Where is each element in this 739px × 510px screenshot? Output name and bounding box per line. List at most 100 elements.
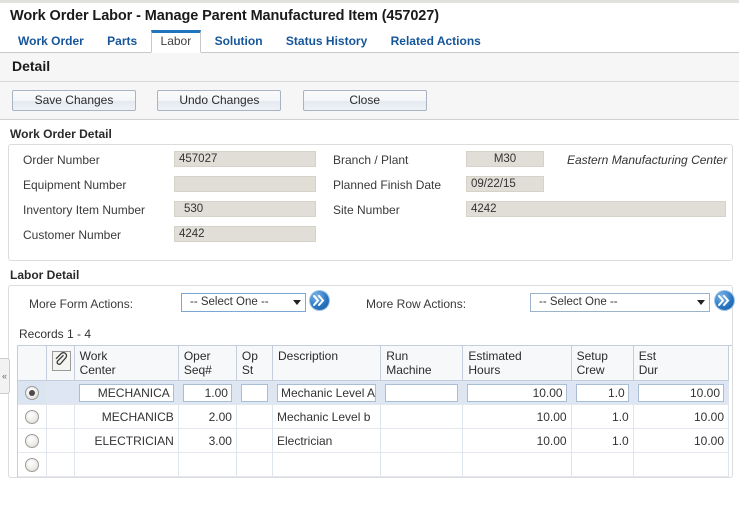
labor-detail-title: Labor Detail: [10, 268, 80, 282]
branch-plant-value[interactable]: M30: [466, 151, 544, 167]
tab-solution[interactable]: Solution: [205, 30, 273, 52]
row-radio[interactable]: [24, 433, 39, 448]
description-input[interactable]: Mechanic Level A: [276, 383, 377, 402]
header-description[interactable]: Description: [272, 346, 382, 381]
table-header-row: Work Center Oper Seq# Op St Description …: [18, 346, 730, 381]
op-st-input[interactable]: [240, 383, 268, 402]
more-form-actions-select[interactable]: -- Select One --: [181, 293, 306, 312]
cell-setup-crew[interactable]: 1.0: [571, 380, 634, 405]
row-select-cell[interactable]: [18, 380, 47, 405]
labor-detail-panel: More Form Actions: -- Select One -- More…: [8, 285, 734, 478]
row-radio[interactable]: [24, 457, 39, 472]
oper-seq-input[interactable]: 1.00: [182, 383, 232, 402]
order-number-value[interactable]: 457027: [174, 151, 316, 167]
work-center-input[interactable]: MECHANICA: [78, 383, 174, 402]
save-changes-button[interactable]: Save Changes: [12, 90, 136, 111]
more-row-actions-value: -- Select One --: [539, 296, 618, 308]
inventory-item-number-value[interactable]: 530: [174, 201, 316, 217]
tab-labor[interactable]: Labor: [150, 30, 202, 53]
cell-description: Mechanic Level b: [272, 404, 382, 429]
cell-work-center: MECHANICB: [74, 404, 179, 429]
title-bar: Work Order Labor - Manage Parent Manufac…: [0, 3, 739, 30]
site-number-value[interactable]: 4242: [466, 201, 726, 217]
row-attachment-cell[interactable]: [46, 404, 75, 429]
table-row[interactable]: [18, 452, 730, 477]
double-chevron-right-icon-2: [718, 295, 730, 306]
page-title: Work Order Labor - Manage Parent Manufac…: [10, 8, 439, 24]
planned-finish-date-value[interactable]: 09/22/15: [466, 176, 544, 192]
close-button[interactable]: Close: [302, 90, 427, 111]
tab-related-actions[interactable]: Related Actions: [381, 30, 491, 52]
table-row[interactable]: ELECTRICIAN 3.00 Electrician 10.00 1.0 1…: [18, 428, 730, 453]
header-estimated-hours[interactable]: Estimated Hours: [462, 346, 572, 381]
cell-run-machine[interactable]: [380, 380, 464, 405]
row-attachment-cell[interactable]: [46, 380, 75, 405]
work-order-labor-page: Work Order Labor - Manage Parent Manufac…: [0, 0, 739, 510]
form-actions-go-button[interactable]: [310, 291, 329, 310]
tab-status-history[interactable]: Status History: [276, 30, 377, 52]
cell-work-center[interactable]: MECHANICA: [74, 380, 179, 405]
double-chevron-right-icon: [313, 295, 325, 306]
more-row-actions-select[interactable]: -- Select One --: [530, 293, 710, 312]
row-attachment-cell[interactable]: [46, 452, 75, 477]
header-select-col: [18, 346, 47, 381]
cell-oper-seq[interactable]: 1.00: [178, 380, 237, 405]
cell-work-center: ELECTRICIAN: [74, 428, 179, 453]
cell-op-st[interactable]: [236, 380, 273, 405]
row-select-cell[interactable]: [18, 404, 47, 429]
row-select-cell[interactable]: [18, 428, 47, 453]
setup-crew-input[interactable]: 1.0: [575, 383, 629, 402]
branch-plant-description: Eastern Manufacturing Center: [567, 153, 728, 167]
table-body: MECHANICA 1.00 Mechanic Level A 10.00 1.…: [18, 380, 730, 477]
cell-est-dur: 10.00: [633, 404, 730, 429]
paperclip-icon[interactable]: [51, 351, 71, 371]
labor-table: Work Center Oper Seq# Op St Description …: [18, 346, 730, 477]
order-number-label: Order Number: [23, 153, 100, 167]
header-oper-seq[interactable]: Oper Seq#: [178, 346, 237, 381]
cell-setup-crew: [571, 452, 634, 477]
row-actions-go-button[interactable]: [715, 291, 734, 310]
est-dur-input[interactable]: 10.00: [637, 383, 724, 402]
table-row[interactable]: MECHANICA 1.00 Mechanic Level A 10.00 1.…: [18, 380, 730, 405]
branch-plant-label: Branch / Plant: [333, 153, 409, 167]
cell-est-dur[interactable]: 10.00: [633, 380, 730, 405]
customer-number-value[interactable]: 4242: [174, 226, 316, 242]
more-row-actions-label: More Row Actions:: [366, 297, 467, 311]
cell-oper-seq: 3.00: [178, 428, 237, 453]
cell-op-st: [236, 452, 273, 477]
detail-header: Detail: [0, 53, 739, 82]
cell-estimated-hours: 10.00: [462, 404, 572, 429]
row-attachment-cell[interactable]: [46, 428, 75, 453]
undo-changes-button[interactable]: Undo Changes: [157, 90, 282, 111]
row-select-cell[interactable]: [18, 452, 47, 477]
cell-setup-crew: 1.0: [571, 428, 634, 453]
cell-estimated-hours: [462, 452, 572, 477]
sidebar-collapse-handle[interactable]: «: [0, 358, 10, 394]
cell-estimated-hours[interactable]: 10.00: [462, 380, 572, 405]
header-attachment-col[interactable]: [46, 346, 75, 381]
tab-work-order[interactable]: Work Order: [8, 30, 94, 52]
header-est-dur[interactable]: Est Dur: [633, 346, 730, 381]
tab-parts[interactable]: Parts: [97, 30, 147, 52]
equipment-number-value[interactable]: [174, 176, 316, 192]
inventory-item-number-label: Inventory Item Number: [23, 203, 146, 217]
site-number-label: Site Number: [333, 203, 400, 217]
row-radio[interactable]: [24, 385, 39, 400]
chevron-down-icon-2: [697, 300, 705, 305]
cell-op-st: [236, 428, 273, 453]
cell-description[interactable]: Mechanic Level A: [272, 380, 382, 405]
cell-description: Electrician: [272, 428, 382, 453]
header-op-st[interactable]: Op St: [236, 346, 273, 381]
header-setup-crew[interactable]: Setup Crew: [571, 346, 634, 381]
tab-bar: Work Order Parts Labor Solution Status H…: [0, 30, 739, 53]
chevron-down-icon: [293, 300, 301, 305]
header-run-machine[interactable]: Run Machine: [380, 346, 464, 381]
cell-work-center: [74, 452, 179, 477]
cell-estimated-hours: 10.00: [462, 428, 572, 453]
row-radio[interactable]: [24, 409, 39, 424]
table-row[interactable]: MECHANICB 2.00 Mechanic Level b 10.00 1.…: [18, 404, 730, 429]
work-order-detail-section: Work Order Detail Order Number 457027 Eq…: [0, 120, 739, 261]
estimated-hours-input[interactable]: 10.00: [467, 383, 567, 402]
header-work-center[interactable]: Work Center: [74, 346, 179, 381]
run-machine-input[interactable]: [385, 383, 459, 402]
